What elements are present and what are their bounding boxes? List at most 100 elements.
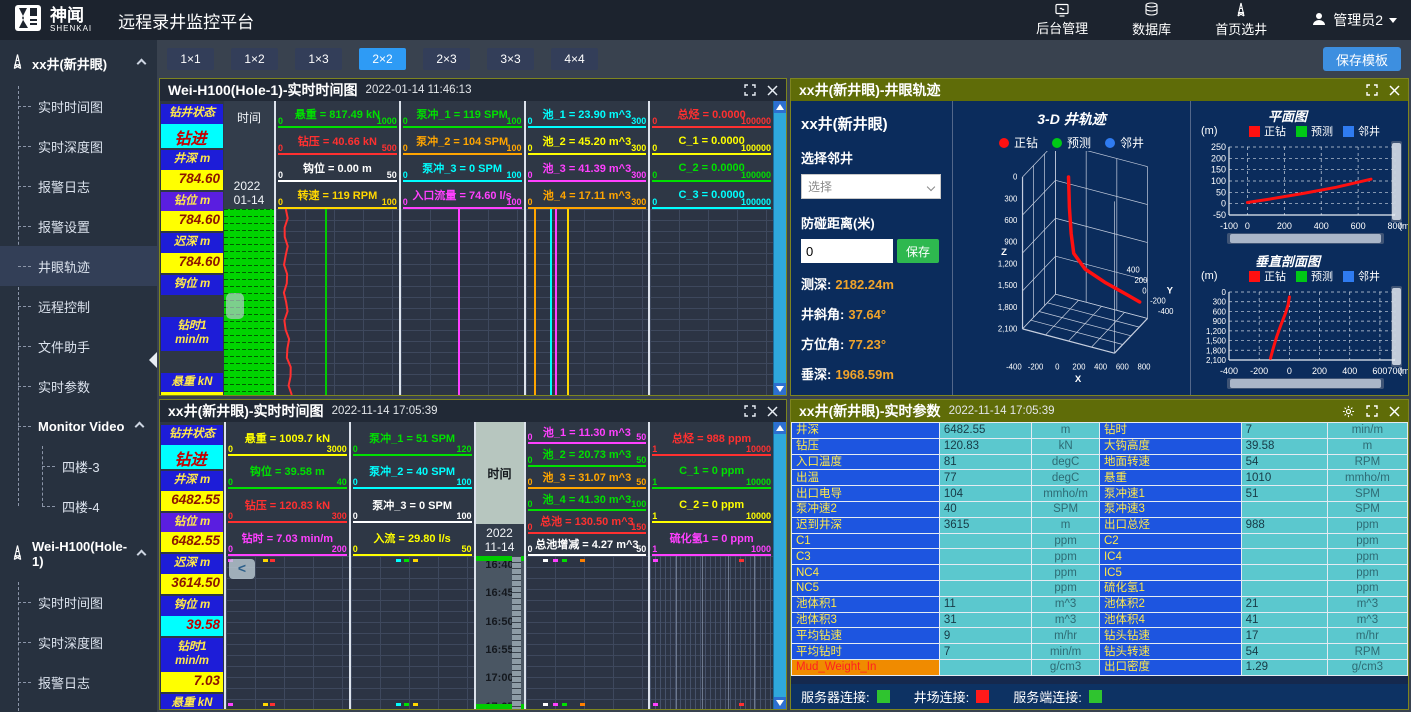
trajectory-stat: 方位角:77.23° [801,334,942,353]
nav-admin-console[interactable]: 后台管理 [1036,3,1088,38]
trajectory-stat: 井斜角:37.64° [801,304,942,323]
close-icon[interactable] [1389,85,1400,96]
sidebar-item[interactable]: Monitor Video [0,406,157,446]
sidebar-item[interactable]: 报警日志 [0,662,157,702]
scroll-up-icon[interactable] [774,422,787,434]
close-icon[interactable] [767,85,778,96]
curve-header: 0钩位 = 39.58 m40 [228,456,347,490]
user-menu[interactable]: 管理员2 [1311,10,1397,30]
sidebar-item[interactable]: 报警设置 [0,702,157,712]
neighbor-well-select[interactable]: 选择 [801,174,941,199]
svg-text:(m): (m) [1399,366,1409,376]
well-node[interactable]: xx井(新井眼) [0,40,157,86]
track-header: 0总烃 = 0.00001000000C_1 = 0.00001000000C_… [650,101,773,209]
curve-header: 0总池 = 130.50 m^3150 [528,511,647,533]
curve-header: 0入流 = 29.80 l/s50 [353,523,472,557]
curve-max: 100 [456,477,471,487]
track-header: 0池_1 = 23.90 m^33000池_2 = 45.20 m^33000池… [526,101,649,209]
param-label: 池体积2 [1100,597,1242,613]
sidebar-item[interactable]: 实时时间图 [0,582,157,622]
settings-gear-icon[interactable] [1342,405,1355,418]
svg-text:2,100: 2,100 [998,324,1018,333]
save-template-button[interactable]: 保存模板 [1323,47,1401,71]
sidebar-item[interactable]: 实时深度图 [0,126,157,166]
scale-handle[interactable] [226,293,244,319]
param-unit: m [1032,518,1100,534]
legend-item: 正钻 [1249,268,1286,284]
curve-min: 0 [228,444,233,454]
sidebar-item[interactable]: 实时参数 [0,366,157,406]
scroll-up-icon[interactable] [774,101,787,113]
layout-button-2×3[interactable]: 2×3 [423,48,470,70]
sidebar-subitem[interactable]: 四楼-3 [24,446,157,486]
curve-line [555,209,557,395]
anticollision-input[interactable] [801,239,893,263]
layout-button-1×1[interactable]: 1×1 [167,48,214,70]
status-label: 钻位 m [161,192,223,212]
expand-icon[interactable] [744,405,756,417]
close-icon[interactable] [1389,406,1400,417]
param-unit: m/hr [1032,628,1100,644]
param-value: 54 [1242,644,1328,660]
well-children: 实时时间图实时深度图报警日志报警设置井眼轨迹远程控制文件助手 [0,582,157,712]
layout-button-1×3[interactable]: 1×3 [295,48,342,70]
curve-line [325,209,327,395]
sidebar-item-label: 实时深度图 [38,633,103,652]
curve-max: 500 [382,143,397,153]
layout-button-2×2[interactable]: 2×2 [359,48,406,70]
param-value [1242,581,1328,597]
curve-label: 池_3 = 41.39 m^3 [543,160,632,176]
sidebar-item[interactable]: 实时时间图 [0,86,157,126]
expand-icon[interactable] [744,84,756,96]
track-plot [650,556,773,709]
param-label: C2 [1100,534,1242,550]
expand-icon[interactable] [1366,84,1378,96]
curve-header: 0C_3 = 0.0000100000 [652,182,771,209]
sidebar-item[interactable]: 远程控制 [0,286,157,326]
plan-chart-svg: 250200150100500-50-1000200400600800(m) [1195,139,1409,243]
sidebar-subitem[interactable]: 四楼-4 [24,486,157,526]
save-distance-button[interactable]: 保存 [897,239,939,263]
sidebar-item[interactable]: 报警日志 [0,166,157,206]
scroll-down-icon[interactable] [774,383,787,395]
svg-text:900: 900 [1213,317,1227,326]
sidebar-item[interactable]: 报警设置 [0,206,157,246]
sidebar-item[interactable]: 实时深度图 [0,622,157,662]
expand-icon[interactable] [1366,405,1378,417]
scroll-back-button[interactable]: < [229,559,255,579]
panel-realtime-chart-1: Wei-H100(Hole-1)-实时时间图 2022-01-14 11:46:… [159,78,787,396]
curve-label: 总烃 = 988 ppm [672,430,751,446]
param-unit: ppm [1032,549,1100,565]
curve-header: 0泵冲_1 = 119 SPM100 [403,101,522,128]
legend-label: 正钻 [1264,268,1286,284]
legend-item: 预测 [1052,134,1091,151]
curve-line [550,209,552,395]
layout-button-1×2[interactable]: 1×2 [231,48,278,70]
sidebar-item[interactable]: 井眼轨迹 [0,246,157,286]
well-node[interactable]: Wei-H100(Hole-1) [0,526,157,582]
chart-vertical-scrollbar[interactable] [773,422,786,709]
time-tick-label: 17:00 [476,672,524,684]
neighbor-select-label: 选择邻井 [801,148,942,167]
panel-title: xx井(新井眼)-实时参数 [799,401,941,421]
nav-database[interactable]: 数据库 [1132,2,1171,38]
sidebar-item[interactable]: 文件助手 [0,326,157,366]
connection-status: 服务器连接: [801,687,890,706]
sidebar-collapse-handle[interactable] [149,352,157,368]
svg-text:900: 900 [1004,238,1018,247]
chart-vertical-scrollbar[interactable] [773,101,786,395]
nav-well-select[interactable]: 首页选井 [1215,2,1267,38]
legend-item: 预测 [1296,268,1333,284]
time-tick-label: 16:55 [476,644,524,656]
layout-button-4×4[interactable]: 4×4 [551,48,598,70]
legend-label: 邻井 [1358,123,1380,139]
svg-text:100: 100 [1211,176,1226,186]
svg-text:X: X [1075,374,1082,385]
svg-text:400: 400 [1094,363,1108,372]
param-value [940,581,1032,597]
scroll-down-icon[interactable] [774,697,787,709]
layout-button-3×3[interactable]: 3×3 [487,48,534,70]
curve-min: 0 [278,143,283,153]
close-icon[interactable] [767,406,778,417]
param-value: 17 [1242,628,1328,644]
